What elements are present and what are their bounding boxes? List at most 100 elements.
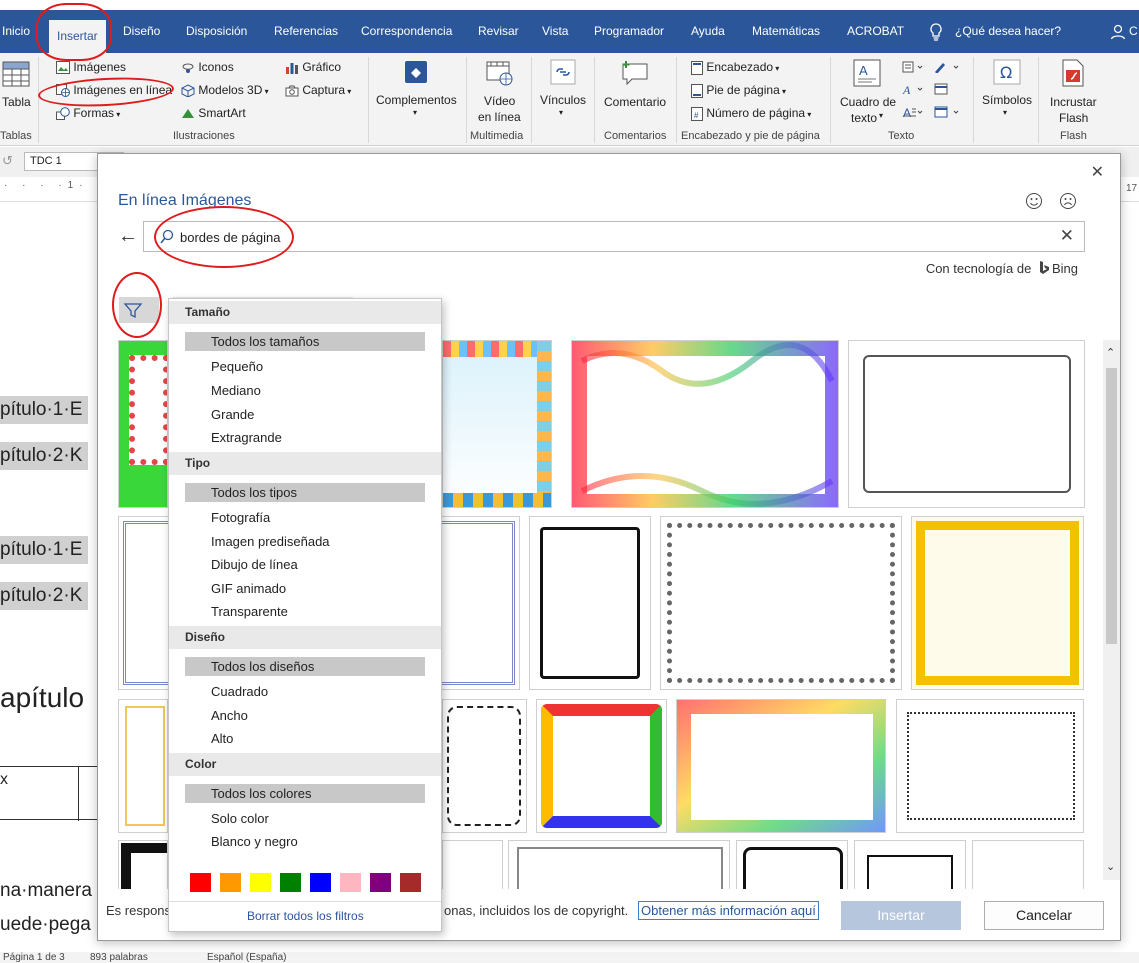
- filter-size-option[interactable]: Pequeño: [211, 359, 263, 374]
- image-thumbnail[interactable]: [442, 840, 503, 892]
- tab-diseno[interactable]: Diseño: [123, 10, 160, 53]
- date-time-icon[interactable]: [934, 83, 948, 98]
- encabezado-button[interactable]: Encabezado ▾: [691, 60, 779, 75]
- toc-line[interactable]: pítulo·2·K: [0, 582, 89, 610]
- filter-type-all[interactable]: Todos los tipos: [185, 483, 425, 502]
- textbox-icon[interactable]: A: [853, 59, 881, 90]
- smile-icon[interactable]: [1025, 192, 1043, 213]
- filter-type-option[interactable]: Dibujo de línea: [211, 557, 298, 572]
- omega-icon[interactable]: Ω: [993, 59, 1021, 88]
- scrollbar-thumb[interactable]: [1106, 368, 1117, 644]
- incrustar-flash-line2[interactable]: Flash: [1059, 111, 1088, 125]
- image-thumbnail[interactable]: [442, 699, 527, 833]
- tab-referencias[interactable]: Referencias: [274, 10, 338, 53]
- vertical-scrollbar[interactable]: ⌃ ⌄: [1103, 340, 1120, 880]
- drop-cap-icon[interactable]: A: [902, 106, 924, 121]
- tab-revisar[interactable]: Revisar: [478, 10, 519, 53]
- search-input[interactable]: [180, 228, 1030, 246]
- image-thumbnail[interactable]: [529, 516, 651, 690]
- filter-size-option[interactable]: Mediano: [211, 383, 261, 398]
- imagenes-button[interactable]: Imágenes: [56, 60, 126, 75]
- cuadro-dropdown-arrow[interactable]: ▾: [879, 111, 883, 120]
- body-text[interactable]: uede·pega: [0, 914, 91, 936]
- flash-icon[interactable]: [1058, 59, 1086, 90]
- filter-layout-option[interactable]: Cuadrado: [211, 684, 268, 699]
- page-count[interactable]: Página 1 de 3: [3, 952, 65, 963]
- color-swatch-brown[interactable]: [400, 873, 421, 892]
- image-thumbnail[interactable]: [676, 699, 886, 833]
- filter-layout-option[interactable]: Ancho: [211, 708, 248, 723]
- filter-layout-option[interactable]: Alto: [211, 731, 233, 746]
- filter-type-option[interactable]: GIF animado: [211, 581, 286, 596]
- scroll-down-icon[interactable]: ⌄: [1106, 860, 1115, 873]
- image-thumbnail[interactable]: [854, 840, 966, 892]
- image-thumbnail[interactable]: [848, 340, 1085, 508]
- simbolos-dropdown-arrow[interactable]: ▾: [1003, 108, 1007, 117]
- image-thumbnail[interactable]: [660, 516, 902, 690]
- color-swatch-orange[interactable]: [220, 873, 241, 892]
- filter-type-option[interactable]: Imagen prediseñada: [211, 534, 330, 549]
- undo-icon[interactable]: ↺: [2, 153, 13, 169]
- image-thumbnail[interactable]: [896, 699, 1084, 833]
- color-swatch-pink[interactable]: [340, 873, 361, 892]
- tab-vista[interactable]: Vista: [542, 10, 568, 53]
- numero-de-pagina-button[interactable]: # Número de página ▾: [691, 106, 811, 121]
- wordart-icon[interactable]: A: [902, 83, 924, 98]
- quick-parts-icon[interactable]: [902, 61, 924, 76]
- image-thumbnail[interactable]: [972, 840, 1084, 892]
- video-label-line2[interactable]: en línea: [478, 110, 521, 124]
- cancel-button[interactable]: Cancelar: [984, 901, 1104, 930]
- toc-line[interactable]: pítulo·2·K: [0, 442, 89, 470]
- image-thumbnail[interactable]: [736, 840, 848, 892]
- tab-acrobat[interactable]: ACROBAT: [847, 10, 904, 53]
- smartart-button[interactable]: SmartArt: [181, 106, 246, 120]
- tab-ayuda[interactable]: Ayuda: [691, 10, 725, 53]
- body-text[interactable]: na·manera: [0, 880, 92, 902]
- tab-disposicion[interactable]: Disposición: [186, 10, 247, 53]
- vinculos-dropdown-arrow[interactable]: ▾: [559, 108, 563, 117]
- captura-button[interactable]: Captura ▾: [285, 83, 351, 97]
- word-count[interactable]: 893 palabras: [90, 952, 148, 963]
- link-icon[interactable]: [550, 59, 576, 88]
- image-thumbnail[interactable]: [911, 516, 1084, 690]
- color-swatch-green[interactable]: [280, 873, 301, 892]
- iconos-button[interactable]: Iconos: [181, 60, 234, 74]
- object-icon[interactable]: [934, 106, 960, 121]
- clear-filters-link[interactable]: Borrar todos los filtros: [247, 909, 364, 923]
- image-thumbnail[interactable]: [536, 699, 667, 833]
- table-icon[interactable]: [2, 61, 30, 90]
- filter-type-option[interactable]: Transparente: [211, 604, 288, 619]
- formas-button[interactable]: Formas ▾: [56, 106, 120, 121]
- color-swatch-yellow[interactable]: [250, 873, 271, 892]
- image-thumbnail[interactable]: [571, 340, 839, 508]
- filter-size-option[interactable]: Extragrande: [211, 430, 282, 445]
- insert-button[interactable]: Insertar: [841, 901, 961, 930]
- complementos-dropdown-arrow[interactable]: ▾: [413, 108, 417, 117]
- filter-color-all[interactable]: Todos los colores: [185, 784, 425, 803]
- image-thumbnail[interactable]: [118, 340, 168, 508]
- signature-line-icon[interactable]: [934, 61, 960, 76]
- doc-table[interactable]: x: [0, 766, 97, 821]
- filter-size-all[interactable]: Todos los tamaños: [185, 332, 425, 351]
- comment-icon[interactable]: [620, 59, 650, 90]
- modelos-3d-button[interactable]: Modelos 3D ▾: [181, 83, 269, 98]
- image-thumbnail[interactable]: [118, 840, 168, 892]
- color-swatch-red[interactable]: [190, 873, 211, 892]
- frown-icon[interactable]: [1059, 192, 1077, 213]
- color-swatch-purple[interactable]: [370, 873, 391, 892]
- image-thumbnail[interactable]: [118, 699, 168, 833]
- chapter-heading[interactable]: apítulo: [0, 682, 84, 714]
- grafico-button[interactable]: Gráfico: [285, 60, 341, 75]
- simbolos-button[interactable]: Símbolos: [982, 93, 1032, 107]
- video-icon[interactable]: [486, 59, 514, 90]
- comentario-button[interactable]: Comentario: [604, 95, 666, 109]
- tab-correspondencia[interactable]: Correspondencia: [361, 10, 452, 53]
- close-icon[interactable]: ✕: [1091, 162, 1104, 182]
- learn-more-link[interactable]: Obtener más información aquí: [638, 901, 819, 920]
- filter-layout-all[interactable]: Todos los diseños: [185, 657, 425, 676]
- tabla-button-label[interactable]: Tabla: [2, 95, 31, 109]
- filter-color-option[interactable]: Blanco y negro: [211, 834, 298, 849]
- cuadro-de-texto-line1[interactable]: Cuadro de: [840, 95, 896, 109]
- pie-de-pagina-button[interactable]: Pie de página ▾: [691, 83, 786, 98]
- store-icon[interactable]: [403, 59, 429, 88]
